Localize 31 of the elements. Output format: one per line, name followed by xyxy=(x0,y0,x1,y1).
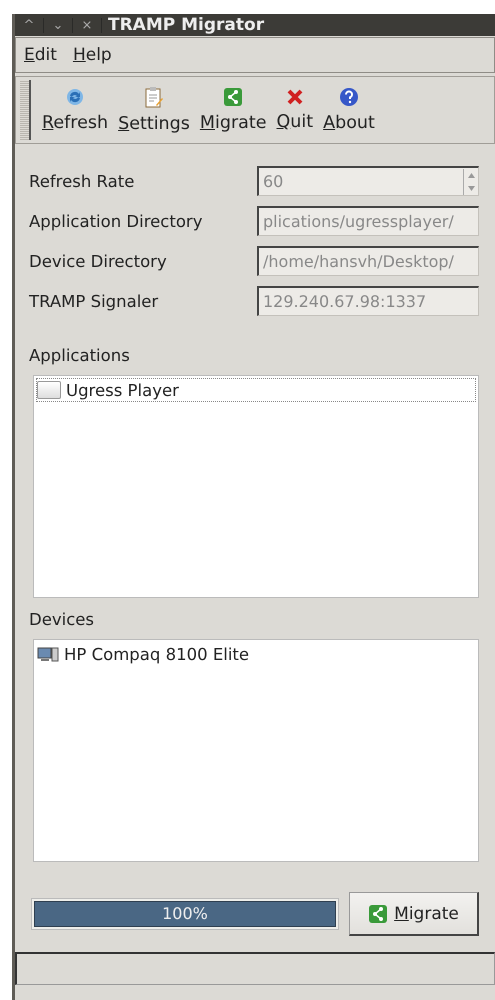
toolbar-button[interactable]: Refresh xyxy=(37,87,114,133)
checkbox[interactable] xyxy=(37,381,61,399)
window-control[interactable]: ^ xyxy=(15,18,44,32)
field-label: Application Directory xyxy=(29,212,204,230)
share-icon xyxy=(223,87,244,107)
migrate-button[interactable]: Migrate xyxy=(349,892,479,936)
refresh-icon xyxy=(65,87,86,107)
progress-text: 100% xyxy=(161,904,209,923)
toolbar-button[interactable]: Settings xyxy=(113,86,195,134)
toolbar-button[interactable]: About xyxy=(318,87,380,133)
close-icon xyxy=(286,88,304,106)
window-title: TRAMP Migrator xyxy=(108,15,264,35)
toolbar-button[interactable]: Migrate xyxy=(194,87,272,133)
list-item[interactable]: Ugress Player xyxy=(36,378,476,402)
share-icon xyxy=(368,904,388,924)
toolbar-button[interactable]: Quit xyxy=(272,88,318,132)
menu-item[interactable]: Help xyxy=(72,45,112,65)
list-item[interactable]: HP Compaq 8100 Elite xyxy=(36,642,476,666)
field-label: TRAMP Signaler xyxy=(29,292,160,310)
menu-item[interactable]: Edit xyxy=(24,45,57,65)
help-icon xyxy=(339,87,359,107)
section-label: Devices xyxy=(28,610,96,629)
window-control[interactable]: × xyxy=(73,18,102,32)
spin-arrows-icon[interactable] xyxy=(463,168,478,194)
window-control[interactable]: ⌄ xyxy=(44,18,73,32)
toolbar-grip[interactable] xyxy=(20,80,31,140)
clipboard-icon xyxy=(144,86,164,108)
field-label: Refresh Rate xyxy=(29,172,136,190)
section-label: Applications xyxy=(28,346,131,365)
computer-icon xyxy=(37,646,59,662)
field-label: Device Directory xyxy=(29,252,168,270)
